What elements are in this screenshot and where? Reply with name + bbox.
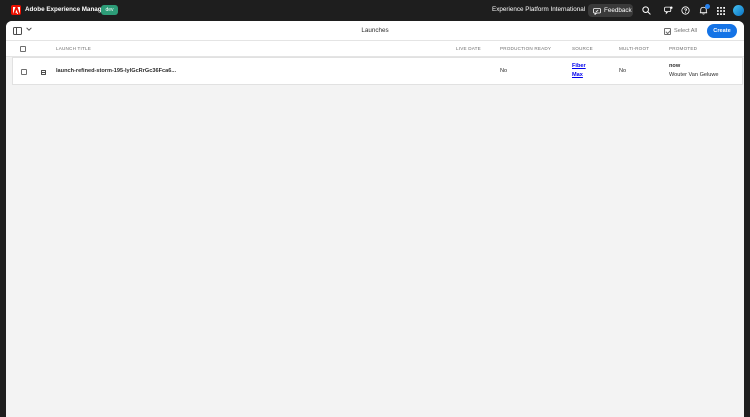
source-link-line-2[interactable]: Max bbox=[572, 72, 583, 78]
column-header-source[interactable]: SOURCE bbox=[572, 45, 593, 53]
multi-root-value: No bbox=[619, 68, 627, 74]
launch-title[interactable]: launch-refined-storm-195-lylGcRrGc36Fca6… bbox=[56, 67, 176, 76]
table-header: LAUNCH TITLE LIVE DATE PRODUCTION READY … bbox=[6, 41, 744, 57]
page-title: Launches bbox=[361, 27, 389, 34]
column-header-multi-root[interactable]: MULTI-ROOT bbox=[619, 45, 649, 53]
feedback-label: Feedback bbox=[604, 7, 632, 14]
content-panel: Launches Select All Create LAUNCH TITLE … bbox=[6, 21, 744, 417]
column-header-promoted[interactable]: PROMOTED bbox=[669, 45, 697, 53]
feedback-button[interactable]: Feedback bbox=[588, 4, 633, 17]
select-all-rows-checkbox[interactable] bbox=[20, 46, 26, 52]
column-header-title[interactable]: LAUNCH TITLE bbox=[56, 45, 91, 53]
app-title[interactable]: Adobe Experience Manager bbox=[25, 5, 108, 15]
whats-new-icon[interactable] bbox=[663, 5, 674, 16]
org-switcher[interactable]: Experience Platform International bbox=[492, 5, 585, 15]
production-ready-value: No bbox=[500, 68, 508, 74]
user-avatar[interactable] bbox=[733, 5, 744, 16]
search-icon[interactable] bbox=[641, 5, 652, 16]
row-checkbox[interactable] bbox=[21, 69, 27, 75]
select-all-button[interactable]: Select All bbox=[664, 26, 697, 36]
shell-header: Adobe Experience Manager dev Experience … bbox=[0, 0, 750, 21]
action-toolbar: Launches Select All Create bbox=[6, 21, 744, 41]
select-all-checkbox-icon bbox=[664, 27, 671, 35]
promoted-by: Wouter Van Geluwe bbox=[669, 72, 719, 78]
column-header-live-date[interactable]: LIVE DATE bbox=[456, 45, 481, 53]
app-switcher-icon[interactable] bbox=[715, 5, 726, 16]
adobe-logo-icon[interactable] bbox=[11, 5, 21, 15]
help-icon[interactable] bbox=[680, 5, 691, 16]
create-button[interactable]: Create bbox=[707, 24, 737, 38]
feedback-icon bbox=[593, 2, 601, 20]
source-link-line-1[interactable]: Fiber bbox=[572, 63, 586, 69]
notification-badge bbox=[705, 4, 710, 9]
select-all-label: Select All bbox=[674, 28, 698, 34]
launch-icon bbox=[41, 70, 46, 75]
column-header-production-ready[interactable]: PRODUCTION READY bbox=[500, 45, 551, 53]
table-row[interactable]: launch-refined-storm-195-lylGcRrGc36Fca6… bbox=[12, 57, 743, 85]
promoted-time: now bbox=[669, 63, 681, 69]
environment-badge: dev bbox=[101, 5, 118, 15]
source-link[interactable]: Fiber Max bbox=[572, 62, 586, 80]
